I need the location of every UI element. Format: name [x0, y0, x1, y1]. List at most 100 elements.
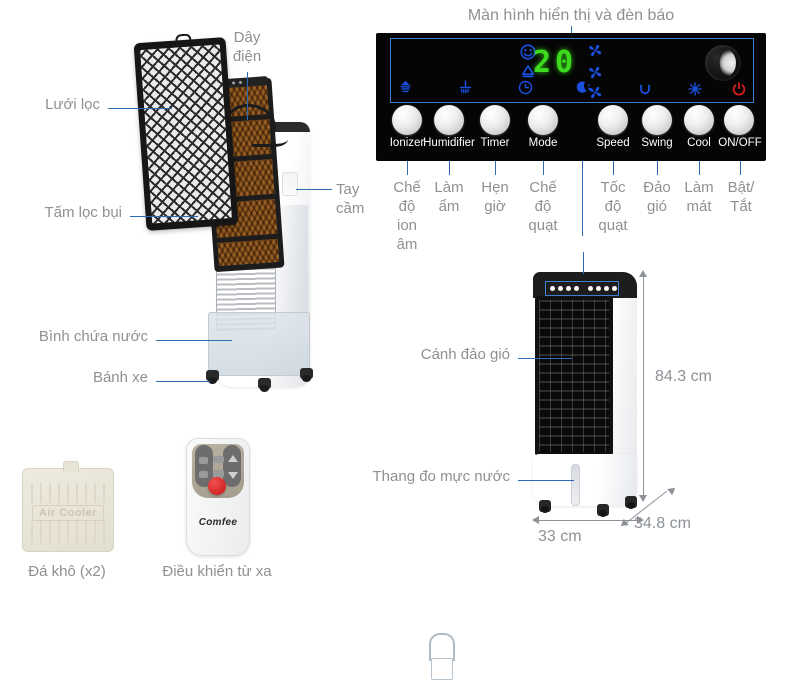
button-label-ionizer: Ionizer [389, 137, 425, 149]
timer-clock-icon [518, 80, 533, 95]
remote-button-upper-left[interactable] [199, 457, 208, 464]
remote-up-arrow-icon[interactable] [228, 455, 238, 462]
leader-line-swing-blade [518, 358, 572, 359]
dimension-depth-text: 34.8 cm [634, 515, 691, 532]
leader-line-mesh-filter [108, 108, 172, 109]
panel-title: Màn hình hiển thị và đèn báo [467, 7, 675, 24]
dimension-line-height [643, 275, 644, 497]
button-label-speed: Speed [596, 137, 630, 149]
leader-line-water-gauge [518, 480, 574, 481]
button-ionizer[interactable] [392, 105, 422, 135]
water-tank [208, 312, 455, 680]
leader-line-cool-vi [699, 161, 700, 175]
remote-right-wing [223, 445, 241, 487]
remote-down-arrow-icon[interactable] [228, 472, 238, 479]
full-product-view [525, 272, 645, 522]
leader-line-wheels [156, 381, 210, 382]
button-label-timer: Timer [480, 137, 510, 149]
dimension-arrow-height-top [639, 270, 647, 277]
remote-brand-logo: Comfee [198, 517, 238, 528]
dimension-arrow-height-bottom [639, 495, 647, 502]
button-speed[interactable] [598, 105, 628, 135]
power-icon [732, 82, 746, 96]
filter-clip [175, 33, 192, 45]
dimension-arrow-width-left [532, 516, 539, 524]
button-swing[interactable] [642, 105, 672, 135]
dimension-height-text: 84.3 cm [655, 368, 712, 385]
leader-line-speed-vi [613, 161, 614, 175]
fan-speed-high-icon [589, 44, 602, 57]
vi-label-timer: Hẹn giờ [481, 179, 509, 215]
callout-power-cord: Dây điện [232, 29, 262, 65]
leader-line-handle [296, 189, 332, 190]
remote-control: Comfee [186, 438, 250, 556]
tank-inner-shape [431, 658, 453, 680]
temperature-display: 20 [533, 45, 578, 80]
leader-line-swing-vi [657, 161, 658, 175]
leader-line-ionizer-vi [407, 161, 408, 175]
tank-handle [429, 633, 455, 661]
remote-button-lower-left[interactable] [199, 471, 208, 478]
fan-speed-low-icon [589, 86, 602, 99]
callout-water-gauge: Thang đo mực nước [372, 468, 510, 485]
remote-button-lower-center[interactable] [213, 470, 224, 477]
button-label-humidifier: Humidifier [423, 137, 475, 149]
water-level-gauge [571, 464, 580, 506]
snowflake-cool-icon [688, 82, 702, 96]
vi-label-ionizer: Chế độ ion âm [393, 179, 421, 253]
vi-label-speed: Tốc độ quạt [598, 179, 628, 234]
caster-wheel [206, 370, 219, 384]
button-row: Ionizer Humidifier Timer Mode Speed Swin… [376, 103, 766, 161]
vi-label-mode: Chế độ quạt [528, 179, 558, 234]
leader-line-humidifier-vi [449, 161, 450, 175]
callout-wheels: Bánh xe [92, 369, 148, 386]
unit-side-panel [611, 292, 637, 460]
button-label-cool: Cool [687, 137, 711, 149]
vi-label-humidifier: Làm ẩm [434, 179, 464, 215]
leader-line-power-cord [247, 72, 248, 120]
power-cord-tail [252, 128, 288, 147]
unit-caster-wheel [625, 496, 637, 509]
button-label-mode: Mode [528, 137, 558, 149]
vi-label-cool: Làm mát [684, 179, 714, 215]
ionizer-icon [400, 80, 411, 93]
button-humidifier[interactable] [434, 105, 464, 135]
mesh-filter-surface [140, 44, 232, 224]
control-panel: 20 Ionizer Humidifier Timer Mode Speed S… [376, 33, 766, 161]
button-mode[interactable] [528, 105, 558, 135]
unit-caster-wheel [597, 504, 609, 517]
callout-mesh-filter: Lưới lọc [45, 96, 100, 113]
mesh-filter-panel [133, 33, 239, 231]
unit-caster-wheel [539, 500, 551, 513]
callout-handle: Tay cầm [336, 181, 365, 217]
leader-line-timer-vi [495, 161, 496, 175]
button-label-swing: Swing [641, 137, 673, 149]
leader-line-water-tank [156, 340, 232, 341]
accessory-label-remote: Điều khiển từ xa [162, 563, 272, 580]
unit-top-panel [533, 272, 637, 298]
remote-power-button[interactable] [208, 477, 226, 495]
ice-pack-ribs-bottom [31, 521, 105, 545]
remote-button-upper-center[interactable] [213, 456, 224, 463]
dimension-arrow-depth-top [667, 484, 678, 496]
humidifier-icon [459, 80, 472, 94]
vi-label-swing: Đảo gió [643, 179, 671, 215]
unit-top-control-highlight [545, 281, 619, 296]
swing-blade-grille [535, 296, 613, 456]
leader-line-unit-top [583, 252, 584, 274]
button-cool[interactable] [684, 105, 714, 135]
swing-arc-icon [640, 84, 650, 95]
ice-pack-cap [63, 461, 79, 472]
accessory-label-ice-pack: Đá khô (x2) [28, 563, 106, 580]
button-timer[interactable] [480, 105, 510, 135]
callout-water-tank: Bình chứa nước [38, 328, 148, 345]
callout-swing-blade: Cánh đảo gió [420, 346, 510, 363]
leader-line-dust-filter [130, 216, 198, 217]
button-onoff[interactable] [724, 105, 754, 135]
moon-dial[interactable] [705, 45, 741, 81]
ice-pack-ribs-top [31, 483, 105, 503]
callout-dust-filter: Tấm lọc bụi [44, 204, 122, 221]
leader-line-mode-vi [543, 161, 544, 175]
button-label-onoff: ON/OFF [718, 137, 762, 149]
leader-line-group-divider-vi [582, 161, 583, 236]
